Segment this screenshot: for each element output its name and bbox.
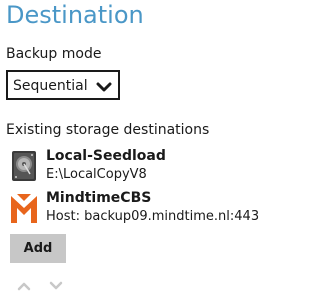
destination-item-mindtimecbs[interactable]: MindtimeCBS Host: backup09.mindtime.nl:4… <box>6 190 268 226</box>
destination-path: E:\LocalCopyV8 <box>46 167 147 182</box>
destination-host: Host: backup09.mindtime.nl:443 <box>46 209 260 224</box>
chevron-down-icon <box>96 82 112 92</box>
destination-panel: Destination Backup mode Sequential Exist… <box>0 0 270 306</box>
backup-mode-label: Backup mode <box>6 46 102 62</box>
hard-drive-icon <box>12 151 36 181</box>
mindtime-logo-icon <box>11 194 37 223</box>
add-button[interactable]: Add <box>10 234 66 263</box>
backup-mode-select[interactable]: Sequential <box>6 70 120 100</box>
backup-mode-value: Sequential <box>13 78 88 94</box>
page-title: Destination <box>6 1 144 29</box>
destination-item-local-seedload[interactable]: Local-Seedload E:\LocalCopyV8 <box>6 148 268 184</box>
destination-name: MindtimeCBS <box>46 190 152 206</box>
chevron-down-icon[interactable] <box>49 281 63 291</box>
existing-destinations-label: Existing storage destinations <box>6 122 210 138</box>
destination-name: Local-Seedload <box>46 148 166 164</box>
chevron-up-icon[interactable] <box>17 281 31 291</box>
